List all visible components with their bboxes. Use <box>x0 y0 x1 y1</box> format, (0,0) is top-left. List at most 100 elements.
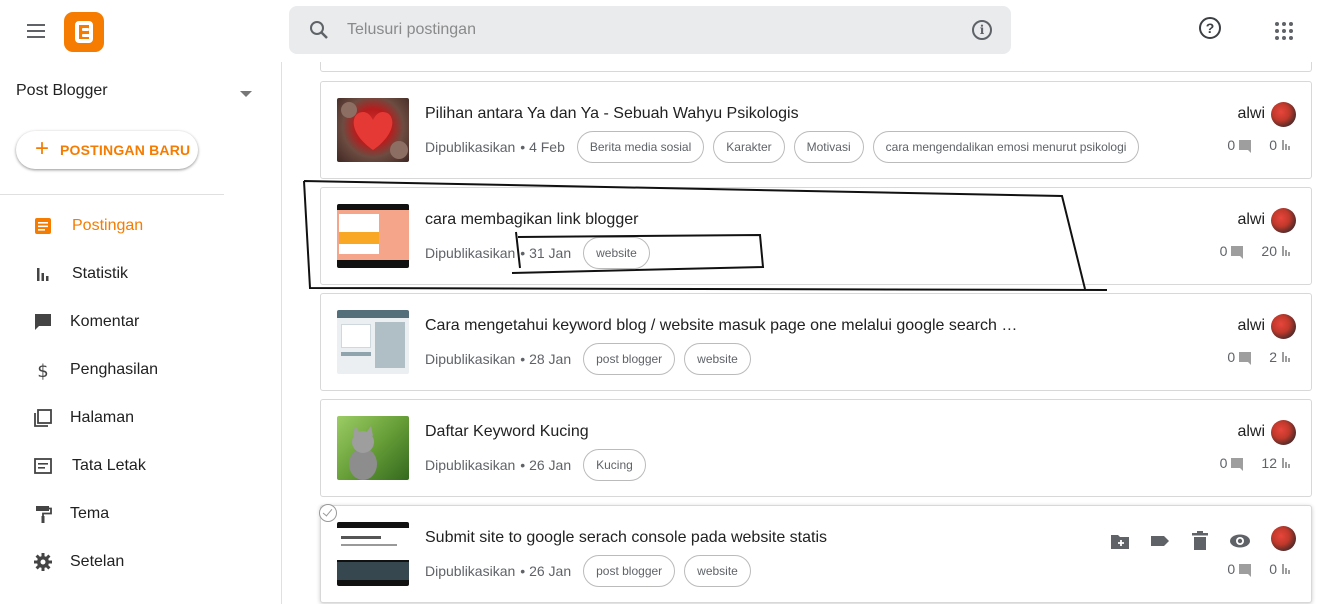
search-icon[interactable] <box>309 20 329 40</box>
dollar-icon: $ <box>37 361 48 380</box>
view-count: 0 <box>1269 561 1277 577</box>
label-icon[interactable] <box>1149 530 1171 552</box>
avatar <box>1271 314 1296 339</box>
comment-count: 0 <box>1227 349 1236 365</box>
sidebar-item-stats[interactable]: Statistik <box>0 250 282 298</box>
post-card[interactable]: Pilihan antara Ya dan Ya - Sebuah Wahyu … <box>320 81 1312 179</box>
blogger-logo[interactable] <box>64 12 104 52</box>
views-icon <box>1282 352 1294 362</box>
comment-icon <box>1239 140 1252 153</box>
post-card[interactable]: Cara mengetahui keyword blog / website m… <box>320 293 1312 391</box>
post-date: • 4 Feb <box>520 139 565 155</box>
sidebar-item-label: Statistik <box>72 265 129 282</box>
post-stats: 0 2 <box>1227 345 1294 369</box>
views-icon <box>1282 564 1294 574</box>
delete-icon[interactable] <box>1189 530 1211 552</box>
post-date: • 28 Jan <box>520 351 572 367</box>
view-count: 12 <box>1261 455 1277 471</box>
select-checkbox[interactable] <box>319 504 337 522</box>
info-icon[interactable]: i <box>972 20 992 40</box>
sidebar-item-theme[interactable]: Tema <box>0 490 282 538</box>
views-icon <box>1282 140 1294 150</box>
plus-icon: + <box>35 135 50 162</box>
post-label-chip[interactable]: post blogger <box>583 343 676 375</box>
post-label-chip[interactable]: website <box>684 555 751 587</box>
sidebar-item-label: Penghasilan <box>70 361 159 378</box>
post-card-partial <box>320 62 1312 72</box>
post-stats: 0 12 <box>1220 451 1294 475</box>
post-date: • 26 Jan <box>520 457 572 473</box>
post-label-chip[interactable]: Berita media sosial <box>576 131 705 163</box>
sidebar-item-label: Setelan <box>70 553 125 570</box>
post-thumbnail <box>337 310 409 374</box>
post-author: alwi <box>1237 423 1265 440</box>
sidebar-item-label: Postingan <box>72 217 144 234</box>
post-label-chip[interactable]: cara mengendalikan emosi menurut psikolo… <box>872 131 1140 163</box>
apps-grid-icon[interactable] <box>1275 22 1293 40</box>
search-bar: i <box>289 6 1011 54</box>
post-title[interactable]: Cara mengetahui keyword blog / website m… <box>425 317 1045 335</box>
search-input[interactable] <box>347 18 947 42</box>
post-author: alwi <box>1237 211 1265 228</box>
post-meta: Dipublikasikan • 31 Jan website <box>425 237 659 269</box>
sidebar-item-comments[interactable]: Komentar <box>0 298 282 346</box>
move-to-folder-icon[interactable] <box>1109 530 1131 552</box>
avatar <box>1271 526 1296 551</box>
post-card[interactable]: cara membagikan link blogger Dipublikasi… <box>320 187 1312 285</box>
view-icon[interactable] <box>1229 530 1251 552</box>
post-label-chip[interactable]: post blogger <box>583 555 676 587</box>
blog-name: Post Blogger <box>16 82 108 99</box>
sidebar-item-pages[interactable]: Halaman <box>0 394 282 442</box>
sidebar-item-settings[interactable]: Setelan <box>0 538 282 586</box>
sidebar-item-layout[interactable]: Tata Letak <box>0 442 282 490</box>
post-title[interactable]: cara membagikan link blogger <box>425 211 1045 229</box>
post-actions <box>1109 530 1251 552</box>
comment-icon <box>1231 458 1244 471</box>
post-meta: Dipublikasikan • 4 Feb Berita media sosi… <box>425 131 1148 163</box>
post-status: Dipublikasikan <box>425 457 516 473</box>
svg-text:$: $ <box>37 361 48 380</box>
views-icon <box>1282 246 1294 256</box>
post-label-chip[interactable]: website <box>583 237 650 269</box>
post-card[interactable]: Daftar Keyword Kucing Dipublikasikan • 2… <box>320 399 1312 497</box>
sidebar-item-earnings[interactable]: $ Penghasilan <box>0 346 282 394</box>
gear-icon <box>34 553 52 571</box>
post-card[interactable]: Submit site to google serach console pad… <box>319 504 1312 603</box>
post-date: • 26 Jan <box>520 563 572 579</box>
post-meta: Dipublikasikan • 26 Jan post blogger web… <box>425 555 760 587</box>
new-post-button[interactable]: + POSTINGAN BARU <box>16 131 198 169</box>
post-thumbnail <box>337 416 409 480</box>
sidebar-item-posts[interactable]: Postingan <box>0 202 282 250</box>
hamburger-menu-icon[interactable] <box>24 19 48 43</box>
post-author: alwi <box>1237 317 1265 334</box>
post-status: Dipublikasikan <box>425 351 516 367</box>
post-title[interactable]: Pilihan antara Ya dan Ya - Sebuah Wahyu … <box>425 105 1045 123</box>
sidebar-item-label: Tata Letak <box>72 457 146 474</box>
post-label-chip[interactable]: Kucing <box>583 449 646 481</box>
post-label-chip[interactable]: Karakter <box>713 131 785 163</box>
post-stats: 0 20 <box>1220 239 1294 263</box>
post-label-chip[interactable]: website <box>684 343 751 375</box>
help-icon[interactable]: ? <box>1199 17 1221 39</box>
sidebar-item-label: Komentar <box>70 313 140 330</box>
post-thumbnail <box>337 98 409 162</box>
post-label-chip[interactable]: Motivasi <box>793 131 864 163</box>
divider <box>0 194 224 195</box>
sidebar-nav: Postingan Statistik Komentar $ Penghasil… <box>0 202 282 586</box>
sidebar-item-label: Tema <box>70 505 110 522</box>
avatar <box>1271 102 1296 127</box>
post-meta: Dipublikasikan • 26 Jan Kucing <box>425 449 655 481</box>
post-title[interactable]: Daftar Keyword Kucing <box>425 423 1045 441</box>
comment-count: 0 <box>1227 137 1236 153</box>
post-author: alwi <box>1237 105 1265 122</box>
view-count: 2 <box>1269 349 1277 365</box>
comment-count: 0 <box>1219 455 1228 471</box>
sidebar: Post Blogger + POSTINGAN BARU Postingan … <box>0 62 282 604</box>
posts-icon <box>35 218 51 234</box>
paint-roller-icon <box>36 506 52 523</box>
blog-selector[interactable]: Post Blogger <box>16 82 256 106</box>
post-status: Dipublikasikan <box>425 139 516 155</box>
post-thumbnail <box>337 204 409 268</box>
comment-icon <box>1239 352 1252 365</box>
post-title[interactable]: Submit site to google serach console pad… <box>425 529 1045 547</box>
